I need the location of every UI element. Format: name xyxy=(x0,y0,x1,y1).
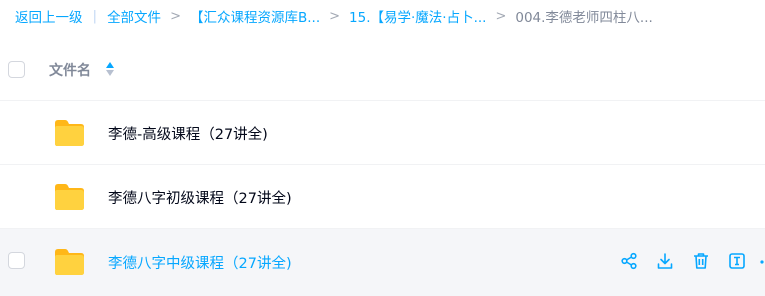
select-all-checkbox[interactable] xyxy=(8,61,25,78)
rename-icon[interactable] xyxy=(728,252,746,270)
breadcrumb-level-2[interactable]: 15.【易学·魔法·占卜... xyxy=(349,6,486,26)
breadcrumb: 返回上一级 | 全部文件 > 【汇众课程资源库B... > 15.【易学·魔法·… xyxy=(15,5,653,27)
file-name[interactable]: 李德八字中级课程（27讲全) xyxy=(108,252,292,273)
folder-icon xyxy=(55,249,84,275)
sort-icon[interactable] xyxy=(105,61,115,77)
row-checkbox[interactable] xyxy=(8,252,25,269)
breadcrumb-current: 004.李德老师四柱八... xyxy=(515,10,653,26)
file-row[interactable]: 李德八字初级课程（27讲全) xyxy=(0,165,765,229)
share-icon[interactable] xyxy=(620,252,638,270)
folder-icon xyxy=(55,184,84,210)
breadcrumb-divider: | xyxy=(92,8,98,24)
chevron-right-icon: > xyxy=(170,8,181,24)
row-actions xyxy=(620,252,764,272)
more-icon[interactable] xyxy=(759,260,765,264)
breadcrumb-all-files[interactable]: 全部文件 xyxy=(107,6,161,26)
file-list-header: 文件名 xyxy=(0,40,765,101)
back-link[interactable]: 返回上一级 xyxy=(15,6,83,26)
file-row[interactable]: 李德八字中级课程（27讲全) xyxy=(0,229,765,296)
delete-icon[interactable] xyxy=(692,252,710,270)
download-icon[interactable] xyxy=(656,252,674,270)
column-header-name[interactable]: 文件名 xyxy=(49,60,91,80)
chevron-right-icon: > xyxy=(329,8,341,24)
file-name[interactable]: 李德八字初级课程（27讲全) xyxy=(108,187,292,208)
chevron-right-icon: > xyxy=(495,8,507,24)
file-row[interactable]: 李德-高级课程（27讲全) xyxy=(0,101,765,165)
folder-icon xyxy=(55,120,84,146)
breadcrumb-level-1[interactable]: 【汇众课程资源库B... xyxy=(190,6,320,26)
file-name[interactable]: 李德-高级课程（27讲全) xyxy=(108,123,268,144)
